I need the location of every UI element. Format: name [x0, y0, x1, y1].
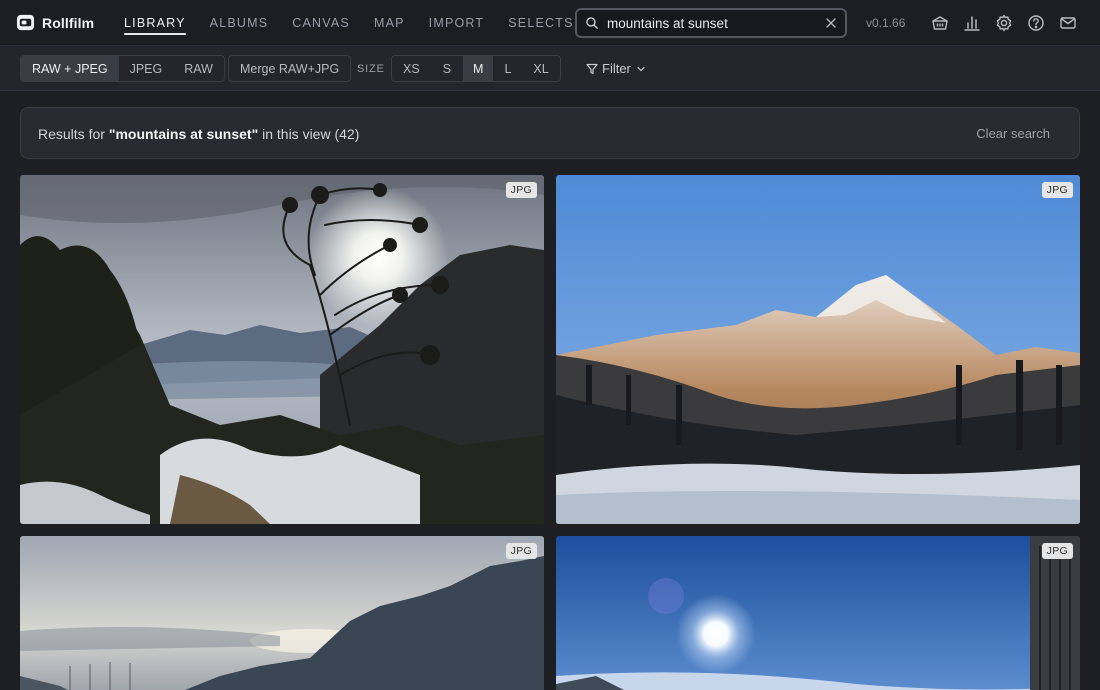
- photo-tile[interactable]: JPG: [20, 175, 544, 524]
- rollfilm-logo-icon: [16, 14, 35, 31]
- nav-albums[interactable]: ALBUMS: [198, 0, 281, 46]
- help-icon[interactable]: [1026, 13, 1046, 33]
- nav-map[interactable]: MAP: [362, 0, 417, 46]
- file-type-badge: JPG: [1041, 182, 1073, 198]
- format-toggle: RAW + JPEG JPEG RAW: [20, 55, 225, 82]
- nav-canvas[interactable]: CANVAS: [280, 0, 362, 46]
- filter-button[interactable]: Filter: [586, 61, 647, 76]
- results-prefix: Results for: [38, 126, 109, 142]
- view-toolbar: RAW + JPEG JPEG RAW Merge RAW+JPG SIZE X…: [0, 46, 1100, 91]
- mail-icon[interactable]: [1058, 13, 1078, 33]
- app-version: v0.1.66: [866, 16, 906, 30]
- format-jpeg[interactable]: JPEG: [119, 56, 174, 81]
- photo-image: [556, 175, 1080, 524]
- photo-image: [20, 175, 544, 524]
- file-type-badge: JPG: [505, 543, 537, 559]
- clear-search-button[interactable]: Clear search: [976, 126, 1050, 141]
- merge-raw-jpg-button[interactable]: Merge RAW+JPG: [228, 55, 352, 82]
- header-actions: [930, 13, 1078, 33]
- search-input[interactable]: [599, 11, 825, 35]
- size-xl[interactable]: XL: [522, 56, 559, 81]
- photo-tile[interactable]: JPG: [556, 175, 1080, 524]
- size-s[interactable]: S: [431, 56, 463, 81]
- format-raw-jpeg[interactable]: RAW + JPEG: [21, 56, 119, 81]
- chart-icon[interactable]: [962, 13, 982, 33]
- search-icon: [586, 17, 598, 29]
- size-label: SIZE: [357, 63, 385, 75]
- brand[interactable]: Rollfilm: [16, 13, 94, 32]
- results-count: in this view (42): [258, 126, 360, 142]
- size-l[interactable]: L: [493, 56, 522, 81]
- photo-tile[interactable]: JPG: [20, 536, 544, 690]
- nav-library[interactable]: LIBRARY: [112, 0, 198, 46]
- nav-import[interactable]: IMPORT: [417, 0, 497, 46]
- size-toggle: XS S M L XL: [391, 55, 561, 82]
- top-bar: Rollfilm LIBRARY ALBUMS CANVAS MAP IMPOR…: [0, 0, 1100, 46]
- size-m[interactable]: M: [463, 56, 494, 81]
- nav-selects[interactable]: SELECTS: [496, 0, 585, 46]
- chevron-down-icon: [637, 66, 645, 71]
- search-box: [575, 8, 847, 38]
- filter-icon: [586, 63, 598, 74]
- results-summary: Results for "mountains at sunset" in thi…: [38, 126, 359, 142]
- main-nav: LIBRARY ALBUMS CANVAS MAP IMPORT SELECTS: [112, 0, 586, 46]
- size-xs[interactable]: XS: [392, 56, 431, 81]
- basket-icon[interactable]: [930, 13, 950, 33]
- app-name: Rollfilm: [42, 14, 95, 31]
- format-raw[interactable]: RAW: [173, 56, 224, 81]
- filter-label: Filter: [602, 61, 631, 76]
- photo-tile[interactable]: JPG: [556, 536, 1080, 690]
- search-results-banner: Results for "mountains at sunset" in thi…: [20, 107, 1080, 159]
- file-type-badge: JPG: [505, 182, 537, 198]
- photo-image: [556, 536, 1080, 690]
- file-type-badge: JPG: [1041, 543, 1073, 559]
- gear-icon[interactable]: [994, 13, 1014, 33]
- clear-search-icon[interactable]: [825, 17, 837, 29]
- photo-image: [20, 536, 544, 690]
- results-query: "mountains at sunset": [108, 126, 259, 142]
